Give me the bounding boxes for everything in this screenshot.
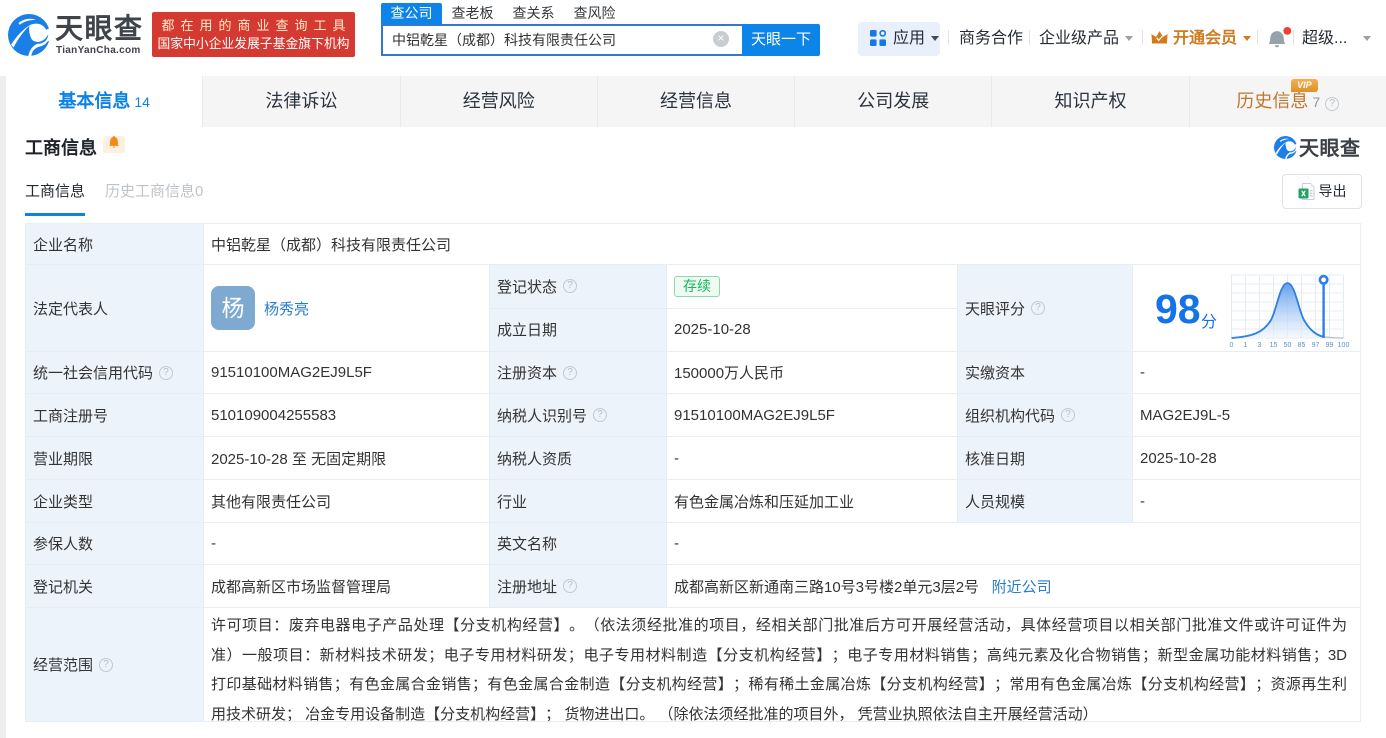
svg-text:15: 15 <box>1270 342 1278 349</box>
svg-text:0: 0 <box>1230 342 1234 349</box>
svg-text:99: 99 <box>1326 342 1334 349</box>
svg-text:50: 50 <box>1284 342 1292 349</box>
svg-text:3: 3 <box>1258 342 1262 349</box>
svg-text:85: 85 <box>1298 342 1306 349</box>
svg-text:1: 1 <box>1244 342 1248 349</box>
svg-text:100: 100 <box>1338 342 1349 349</box>
svg-text:97: 97 <box>1312 342 1320 349</box>
